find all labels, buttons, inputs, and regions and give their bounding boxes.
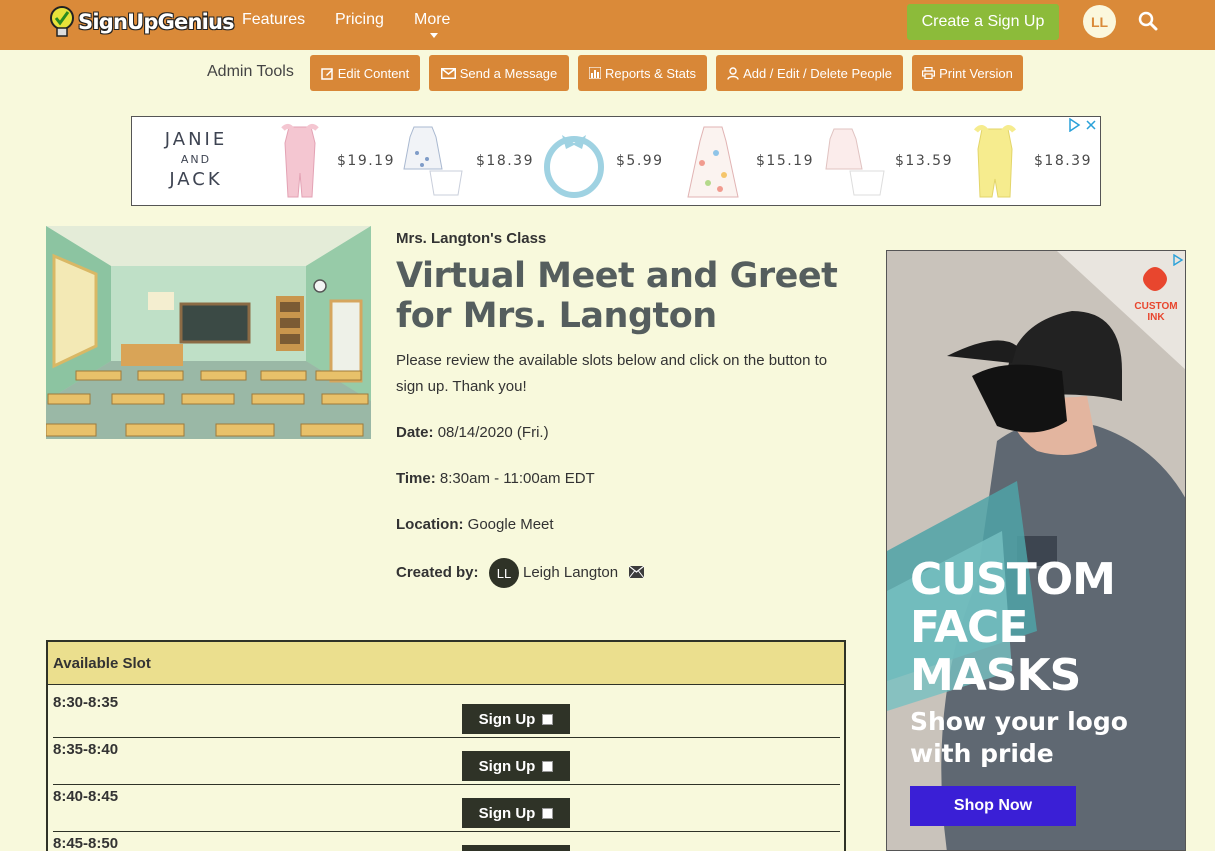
side-ad[interactable]: CUSTOM INK CUSTOM FACE MASKS Show your l… bbox=[886, 250, 1186, 851]
group-name[interactable]: Mrs. Langton's Class bbox=[396, 230, 546, 247]
slots-table: Available Slot 8:30-8:35 Sign Up 8:35-8:… bbox=[46, 640, 846, 851]
signup-checkbox[interactable] bbox=[542, 713, 554, 725]
admin-tools-label: Admin Tools bbox=[207, 63, 294, 80]
ad-headline-line2: FACE bbox=[910, 602, 1028, 653]
event-date: Date: 08/14/2020 (Fri.) bbox=[396, 424, 549, 441]
nav-features[interactable]: Features bbox=[242, 11, 305, 29]
ad-product-headband-image bbox=[544, 135, 604, 198]
nav-more[interactable]: More bbox=[414, 11, 450, 29]
send-message-label: Send a Message bbox=[459, 65, 558, 81]
signup-label: Sign Up bbox=[478, 757, 536, 775]
ad-price-2: $18.39 bbox=[476, 153, 534, 169]
location-value: Google Meet bbox=[467, 516, 554, 533]
signup-label: Sign Up bbox=[478, 710, 536, 728]
mail-icon[interactable] bbox=[629, 566, 644, 578]
creator-avatar: LL bbox=[489, 558, 519, 588]
event-location: Location: Google Meet bbox=[396, 516, 554, 533]
send-message-button[interactable]: Send a Message bbox=[429, 55, 569, 91]
envelope-icon bbox=[440, 67, 456, 79]
slot-time: 8:45-8:50 bbox=[53, 835, 119, 851]
slot-time: 8:30-8:35 bbox=[53, 694, 119, 711]
user-icon bbox=[727, 66, 739, 80]
nav-pricing[interactable]: Pricing bbox=[335, 11, 384, 29]
user-avatar[interactable]: LL bbox=[1083, 5, 1116, 38]
event-description: Please review the available slots below … bbox=[396, 352, 828, 395]
adchoices-icon[interactable] bbox=[1172, 254, 1184, 266]
date-label: Date: bbox=[396, 424, 434, 441]
signup-checkbox[interactable] bbox=[542, 807, 554, 819]
ad-sub-line2: with pride bbox=[910, 739, 1054, 768]
ad-brand-logo: JANIE AND JACK bbox=[154, 129, 238, 190]
top-navbar: SignUpGenius Features Pricing More Creat… bbox=[0, 0, 1215, 50]
slot-time: 8:40-8:45 bbox=[53, 788, 119, 805]
bar-chart-icon bbox=[588, 67, 601, 79]
chevron-down-icon bbox=[430, 33, 438, 38]
ad-headline-line3: MASKS bbox=[910, 650, 1081, 701]
event-time: Time: 8:30am - 11:00am EDT bbox=[396, 470, 595, 487]
ad-headline: CUSTOM FACE MASKS bbox=[910, 554, 1116, 701]
edit-icon bbox=[320, 67, 333, 80]
ad-brand-line2: AND bbox=[180, 153, 212, 166]
add-edit-delete-people-button[interactable]: Add / Edit / Delete People bbox=[716, 55, 903, 91]
signup-button[interactable]: Sign Up bbox=[462, 798, 570, 828]
edit-content-label: Edit Content bbox=[337, 65, 410, 81]
edit-content-button[interactable]: Edit Content bbox=[310, 55, 420, 91]
slot-time: 8:35-8:40 bbox=[53, 741, 119, 758]
ad-price-4: $15.19 bbox=[756, 153, 814, 169]
ad-brand-line1: JANIE bbox=[164, 129, 228, 150]
signup-button[interactable]: Sign Up bbox=[462, 751, 570, 781]
ad-price-3: $5.99 bbox=[616, 153, 664, 169]
create-signup-button[interactable]: Create a Sign Up bbox=[907, 4, 1059, 40]
lightbulb-icon bbox=[48, 5, 76, 39]
logo-text: SignUpGenius bbox=[78, 10, 235, 34]
signup-button[interactable]: Sign Up bbox=[462, 704, 570, 734]
ad-headline-line1: CUSTOM bbox=[910, 554, 1116, 605]
banner-ad[interactable]: JANIE AND JACK $19.19 $18.39 $5.99 $15.1… bbox=[131, 116, 1101, 206]
signup-checkbox[interactable] bbox=[542, 760, 554, 772]
ad-price-1: $19.19 bbox=[337, 153, 395, 169]
time-value: 8:30am - 11:00am EDT bbox=[439, 470, 595, 487]
signup-label: Sign Up bbox=[478, 804, 536, 822]
reports-stats-label: Reports & Stats bbox=[604, 65, 697, 81]
page-title: Virtual Meet and Greet for Mrs. Langton bbox=[396, 256, 838, 336]
created-by: Created by: bbox=[396, 564, 479, 581]
time-label: Time: bbox=[396, 470, 436, 487]
date-value: 08/14/2020 (Fri.) bbox=[437, 424, 549, 441]
ad-price-5: $13.59 bbox=[895, 153, 953, 169]
column-header-available-slot: Available Slot bbox=[53, 655, 151, 672]
ad-product-dress-set-image bbox=[403, 126, 463, 196]
ad-product-lace-set-image bbox=[825, 128, 885, 196]
ad-product-yellow-romper-image bbox=[974, 125, 1016, 198]
reports-stats-button[interactable]: Reports & Stats bbox=[578, 55, 707, 91]
classroom-image bbox=[46, 226, 371, 439]
printer-icon bbox=[922, 67, 936, 79]
ad-subheadline: Show your logo with pride bbox=[910, 706, 1128, 770]
shop-now-button[interactable]: Shop Now bbox=[910, 786, 1076, 826]
row-divider bbox=[53, 784, 840, 785]
ad-brand-name: CUSTOM INK bbox=[1134, 301, 1178, 323]
ad-product-floral-dress-image bbox=[687, 126, 739, 198]
table-header: Available Slot bbox=[48, 642, 844, 685]
ad-product-romper-image bbox=[281, 123, 319, 198]
row-divider bbox=[53, 737, 840, 738]
add-edit-delete-people-label: Add / Edit / Delete People bbox=[743, 65, 892, 81]
signupgenius-logo[interactable]: SignUpGenius bbox=[48, 2, 235, 42]
creator-name: Leigh Langton bbox=[523, 564, 619, 581]
adchoices-icon[interactable] bbox=[1067, 118, 1097, 132]
location-label: Location: bbox=[396, 516, 464, 533]
created-by-label: Created by: bbox=[396, 564, 479, 581]
ad-price-6: $18.39 bbox=[1034, 153, 1092, 169]
signup-button[interactable] bbox=[462, 845, 570, 851]
print-version-button[interactable]: Print Version bbox=[912, 55, 1023, 91]
print-version-label: Print Version bbox=[939, 65, 1013, 81]
search-icon[interactable] bbox=[1138, 11, 1158, 31]
ad-brand-line3: JACK bbox=[169, 169, 223, 190]
row-divider bbox=[53, 831, 840, 832]
ad-sub-line1: Show your logo bbox=[910, 707, 1128, 736]
